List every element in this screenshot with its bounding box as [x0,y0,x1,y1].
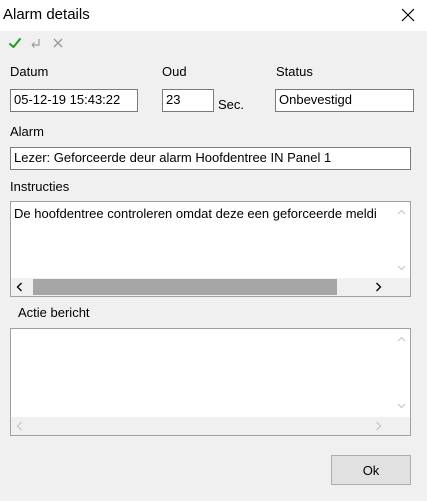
checkmark-icon [9,38,21,48]
close-button[interactable] [394,2,422,28]
title-bar: Alarm details [0,0,427,31]
instructies-label: Instructies [10,179,70,194]
scroll-right-icon[interactable] [373,421,383,431]
window-title: Alarm details [3,6,90,23]
x-icon [53,38,63,48]
oud-label: Oud [162,64,187,79]
scroll-thumb[interactable] [33,279,337,295]
instructies-horizontal-scrollbar[interactable] [11,278,410,296]
instructies-textarea[interactable]: De hoofdentree controleren omdat deze ee… [10,201,411,297]
close-icon [401,8,415,22]
scroll-up-icon[interactable] [397,335,406,344]
scroll-up-icon[interactable] [397,208,406,217]
instructies-text: De hoofdentree controleren omdat deze ee… [14,206,377,221]
status-label: Status [276,64,313,79]
scroll-down-icon[interactable] [397,401,406,410]
datum-label: Datum [10,64,49,79]
undo-button[interactable] [29,36,45,52]
cancel-button[interactable] [51,36,67,52]
datum-field[interactable]: 05-12-19 15:43:22 [10,89,138,112]
actie-bericht-vertical-scrollbar[interactable] [393,329,410,417]
alarm-details-window: Alarm details Datum Oud Status 05-12-19 … [0,0,427,501]
ok-button[interactable]: Ok [331,455,411,485]
confirm-button[interactable] [8,36,24,52]
actie-bericht-horizontal-scrollbar[interactable] [11,417,410,435]
alarm-label: Alarm [10,124,44,139]
undo-icon [31,39,40,48]
toolbar [0,33,427,55]
actie-bericht-label: Actie bericht [18,305,90,320]
actie-bericht-textarea[interactable] [10,328,411,436]
scroll-down-icon[interactable] [397,263,406,272]
instructies-vertical-scrollbar[interactable] [393,202,410,278]
alarm-field[interactable]: Lezer: Geforceerde deur alarm Hoofdentre… [10,147,411,170]
oud-field[interactable]: 23 [162,89,214,112]
scroll-right-icon[interactable] [373,282,383,292]
oud-unit: Sec. [218,97,245,112]
scroll-left-icon[interactable] [15,282,25,292]
scroll-left-icon[interactable] [15,421,25,431]
status-field[interactable]: Onbevestigd [275,89,414,112]
